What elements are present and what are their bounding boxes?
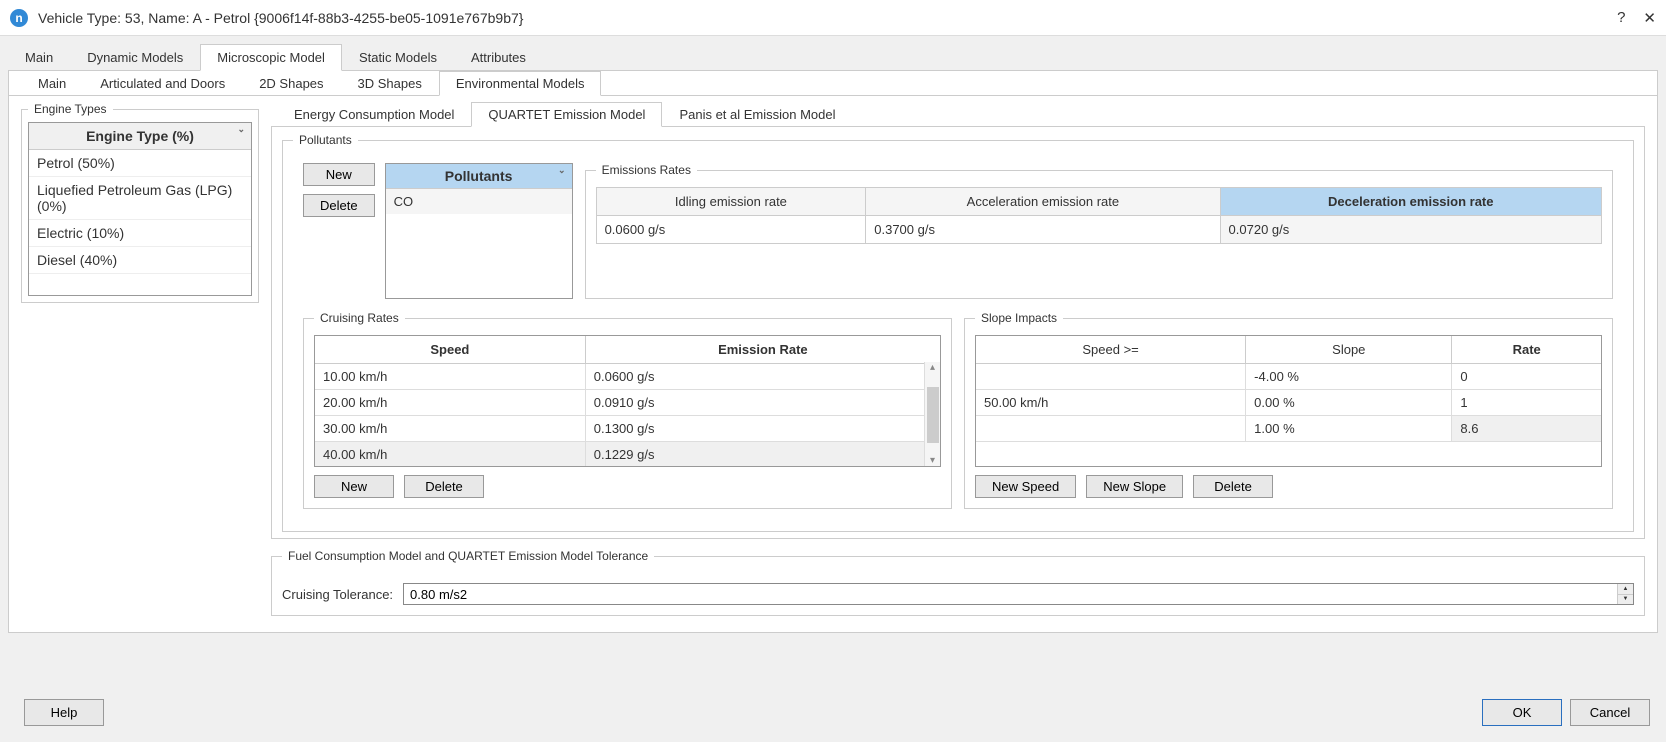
- pollutant-new-button[interactable]: New: [303, 163, 375, 186]
- engine-type-row[interactable]: Liquefied Petroleum Gas (LPG) (0%): [29, 177, 251, 220]
- dialog-footer: Help OK Cancel: [0, 699, 1666, 726]
- sub-tabs: MainArticulated and Doors2D Shapes3D Sha…: [9, 71, 1657, 96]
- slope-impacts-table[interactable]: Speed >= Slope Rate -4.00 %050.00 km/h0.…: [976, 336, 1601, 442]
- engine-type-row[interactable]: Diesel (40%): [29, 247, 251, 273]
- cruising-row[interactable]: 40.00 km/h0.1229 g/s: [315, 442, 940, 468]
- emission-tab-quartet-emission-model[interactable]: QUARTET Emission Model: [471, 102, 662, 127]
- tolerance-input[interactable]: [404, 584, 1617, 604]
- tolerance-spinner[interactable]: ▲ ▼: [1617, 584, 1633, 604]
- top-tab-dynamic-models[interactable]: Dynamic Models: [70, 44, 200, 71]
- sub-tab-main[interactable]: Main: [21, 71, 83, 96]
- cruising-row[interactable]: 30.00 km/h0.1300 g/s: [315, 416, 940, 442]
- caret-icon: ⌄: [237, 124, 245, 135]
- top-tab-microscopic-model[interactable]: Microscopic Model: [200, 44, 342, 71]
- slope-delete-button[interactable]: Delete: [1193, 475, 1273, 498]
- slope-impacts-fieldset: Slope Impacts Speed >= Slope Rate: [964, 311, 1613, 509]
- pollutants-header[interactable]: Pollutants ⌄: [386, 164, 572, 189]
- cruising-delete-button[interactable]: Delete: [404, 475, 484, 498]
- sub-tab-articulated-and-doors[interactable]: Articulated and Doors: [83, 71, 242, 96]
- caret-icon: ⌄: [558, 165, 566, 176]
- slope-row[interactable]: -4.00 %0: [976, 364, 1601, 390]
- engine-type-row[interactable]: Petrol (50%): [29, 150, 251, 177]
- sub-tab-3d-shapes[interactable]: 3D Shapes: [341, 71, 439, 96]
- help-icon[interactable]: ?: [1617, 9, 1625, 26]
- pollutant-row[interactable]: CO: [386, 189, 572, 214]
- main-panel: MainArticulated and Doors2D Shapes3D Sha…: [8, 70, 1658, 633]
- accel-rate-cell[interactable]: 0.3700 g/s: [866, 216, 1220, 244]
- idle-rate-header: Idling emission rate: [596, 188, 866, 216]
- emissions-rates-table: Idling emission rate Acceleration emissi…: [596, 187, 1602, 244]
- engine-types-list[interactable]: Engine Type (%) ⌄ Petrol (50%)Liquefied …: [28, 122, 252, 296]
- sub-tab-2d-shapes[interactable]: 2D Shapes: [242, 71, 340, 96]
- engine-types-fieldset: Engine Types Engine Type (%) ⌄ Petrol (5…: [21, 102, 259, 303]
- decel-rate-cell[interactable]: 0.0720 g/s: [1220, 216, 1601, 244]
- emission-tab-energy-consumption-model[interactable]: Energy Consumption Model: [277, 102, 471, 127]
- top-tab-main[interactable]: Main: [8, 44, 70, 71]
- pollutants-fieldset: Pollutants New Delete Pollutants ⌄: [282, 133, 1634, 532]
- decel-rate-header[interactable]: Deceleration emission rate: [1220, 188, 1601, 216]
- cancel-button[interactable]: Cancel: [1570, 699, 1650, 726]
- ok-button[interactable]: OK: [1482, 699, 1562, 726]
- tolerance-input-wrap[interactable]: ▲ ▼: [403, 583, 1634, 605]
- engine-type-row[interactable]: Electric (10%): [29, 220, 251, 247]
- slope-row[interactable]: 1.00 %8.6: [976, 416, 1601, 442]
- top-tab-attributes[interactable]: Attributes: [454, 44, 543, 71]
- top-tab-static-models[interactable]: Static Models: [342, 44, 454, 71]
- cruising-rates-table[interactable]: Speed Emission Rate 10.00 km/h0.0600 g/s…: [315, 336, 940, 467]
- help-button[interactable]: Help: [24, 699, 104, 726]
- spinner-down-icon[interactable]: ▼: [1618, 595, 1633, 605]
- engine-types-header[interactable]: Engine Type (%) ⌄: [29, 123, 251, 150]
- app-icon: n: [10, 9, 28, 27]
- pollutants-list[interactable]: Pollutants ⌄ CO: [385, 163, 573, 299]
- slope-row[interactable]: 50.00 km/h0.00 %1: [976, 390, 1601, 416]
- cruising-rates-fieldset: Cruising Rates Speed Emission Rate: [303, 311, 952, 509]
- cruising-row[interactable]: 20.00 km/h0.0910 g/s: [315, 390, 940, 416]
- accel-rate-header: Acceleration emission rate: [866, 188, 1220, 216]
- new-speed-button[interactable]: New Speed: [975, 475, 1076, 498]
- idle-rate-cell[interactable]: 0.0600 g/s: [596, 216, 866, 244]
- scrollbar[interactable]: ▴ ▾: [924, 362, 940, 466]
- engine-types-legend: Engine Types: [28, 102, 113, 116]
- cruising-new-button[interactable]: New: [314, 475, 394, 498]
- new-slope-button[interactable]: New Slope: [1086, 475, 1183, 498]
- scroll-thumb[interactable]: [927, 387, 939, 443]
- top-tabs: MainDynamic ModelsMicroscopic ModelStati…: [0, 44, 1666, 71]
- close-icon[interactable]: ✕: [1643, 9, 1656, 27]
- spinner-up-icon[interactable]: ▲: [1618, 584, 1633, 595]
- emissions-rates-fieldset: Emissions Rates Idling emission rate Acc…: [585, 163, 1613, 299]
- emission-tab-panis-et-al-emission-model[interactable]: Panis et al Emission Model: [662, 102, 852, 127]
- sub-tab-environmental-models[interactable]: Environmental Models: [439, 71, 602, 96]
- cruising-row[interactable]: 10.00 km/h0.0600 g/s: [315, 364, 940, 390]
- tolerance-fieldset: Fuel Consumption Model and QUARTET Emiss…: [271, 549, 1645, 616]
- pollutant-delete-button[interactable]: Delete: [303, 194, 375, 217]
- emission-tabs: Energy Consumption ModelQUARTET Emission…: [271, 102, 1645, 127]
- titlebar: n Vehicle Type: 53, Name: A - Petrol {90…: [0, 0, 1666, 36]
- tolerance-label: Cruising Tolerance:: [282, 587, 393, 602]
- window-title: Vehicle Type: 53, Name: A - Petrol {9006…: [38, 10, 1617, 26]
